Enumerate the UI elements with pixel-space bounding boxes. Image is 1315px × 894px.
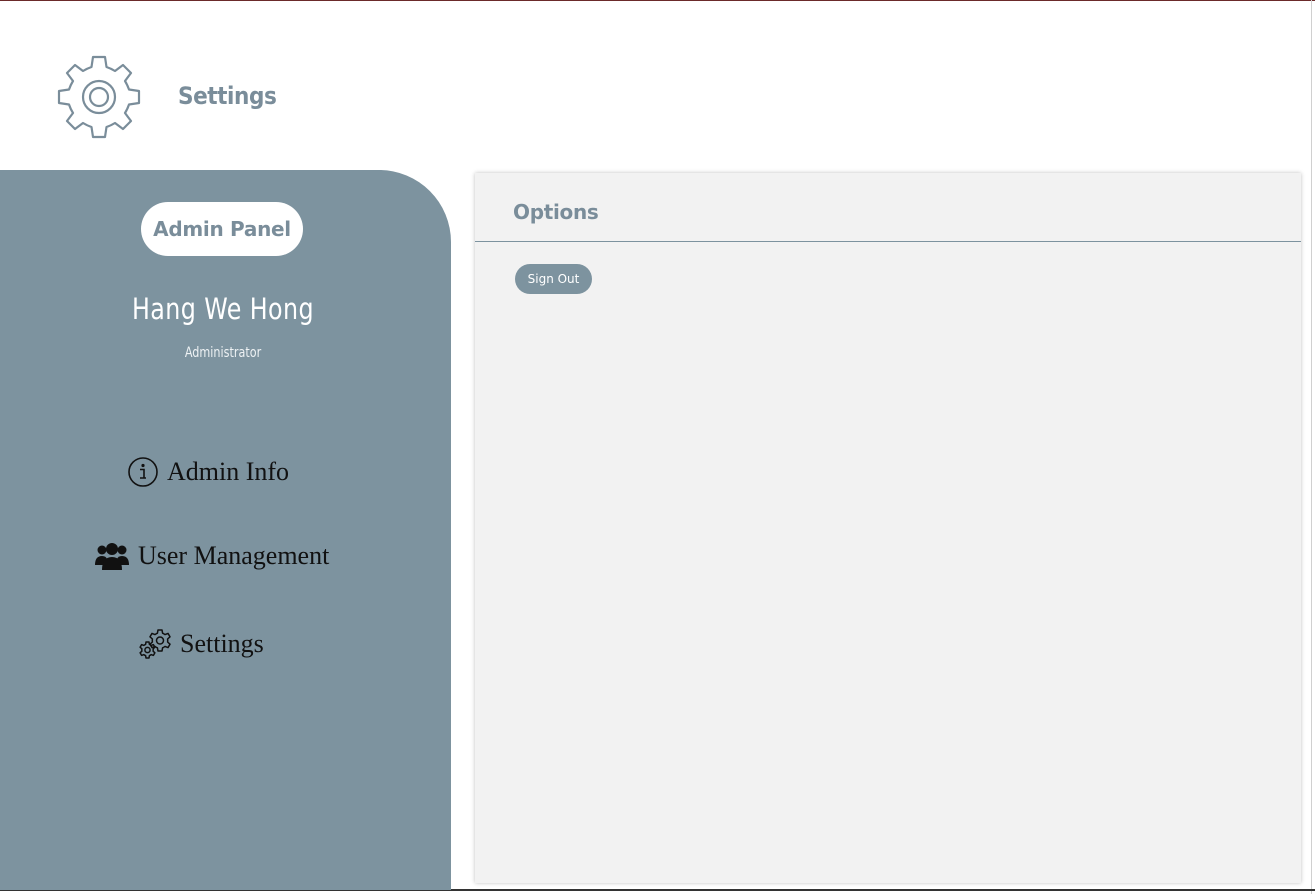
user-name: Hang We Hong [131, 292, 315, 326]
user-role: Administrator [184, 345, 262, 361]
panel-title: Options [513, 200, 599, 224]
sidebar-item-label: Settings [180, 629, 264, 658]
users-icon [94, 540, 130, 572]
sidebar-item-admin-info[interactable]: Admin Info [127, 456, 289, 488]
options-panel: Options Sign Out [475, 173, 1301, 883]
sign-out-button[interactable]: Sign Out [515, 264, 592, 294]
panel-header: Options [475, 173, 1301, 242]
sidebar-item-settings[interactable]: Settings [138, 627, 264, 661]
sidebar: Admin Panel Hang We Hong Administrator A… [0, 170, 451, 890]
info-circle-icon [127, 456, 159, 488]
app-window: Settings Admin Panel Hang We Hong Admini… [0, 0, 1315, 894]
sidebar-item-label: Admin Info [167, 457, 290, 486]
admin-panel-badge: Admin Panel [141, 202, 303, 256]
page-title: Settings [178, 82, 277, 110]
sidebar-item-user-management[interactable]: User Management [94, 540, 329, 572]
window-right-border [1311, 0, 1312, 894]
window-top-border [0, 0, 1315, 1]
gear-icon [57, 55, 141, 139]
sidebar-item-label: User Management [138, 541, 330, 570]
gears-icon [138, 627, 172, 661]
